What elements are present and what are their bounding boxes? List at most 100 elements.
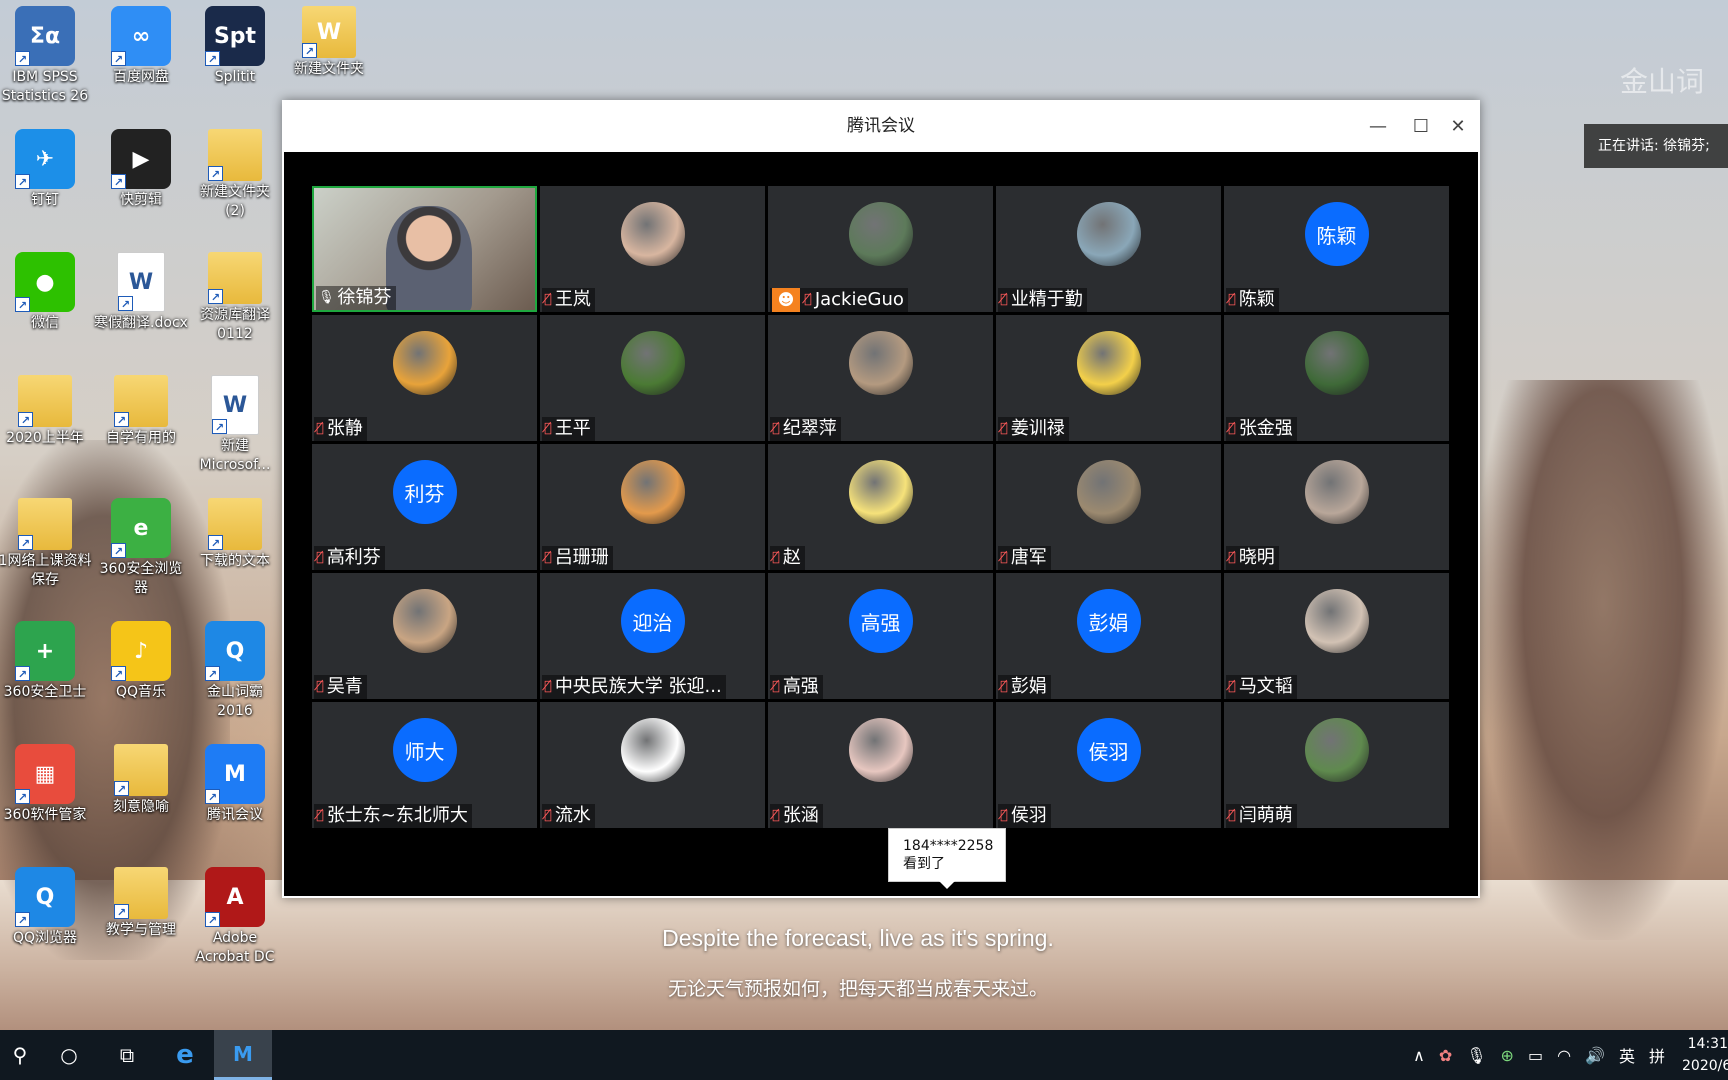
- window-titlebar[interactable]: 腾讯会议 — ☐ ✕: [282, 100, 1480, 152]
- clock[interactable]: 14:31 2020/6/: [1682, 1033, 1728, 1077]
- participant-name-bar: 🎙̸ 流水: [542, 804, 595, 828]
- tooltip-sender: 184****2258: [903, 838, 994, 854]
- desktop-icon-label: 快剪辑: [120, 192, 162, 208]
- participant-tile[interactable]: 🎙̸ 吕珊珊: [540, 444, 765, 570]
- participant-tile[interactable]: 🎙̸ 张涵: [768, 702, 993, 828]
- participant-tile[interactable]: 🎙̸ 流水: [540, 702, 765, 828]
- participant-tile[interactable]: 🎙̸ 张金强: [1224, 315, 1449, 441]
- participant-avatar: [1076, 202, 1141, 266]
- desktop-icon[interactable]: W ↗ 新建文件夹: [282, 6, 376, 79]
- participant-tile[interactable]: 🎙̸ 赵: [768, 444, 993, 570]
- desktop-icon[interactable]: A ↗ Adobe Acrobat DC: [188, 867, 282, 967]
- participant-avatar: [1076, 331, 1141, 395]
- participant-tile[interactable]: 🎙̸ 唐军: [996, 444, 1221, 570]
- tencent-meeting-taskbar-icon[interactable]: M: [214, 1030, 272, 1080]
- shortcut-arrow-icon: ↗: [15, 174, 30, 189]
- desktop-icon[interactable]: ↗ 1网络上课资料保存: [0, 498, 92, 590]
- shortcut-arrow-icon: ↗: [15, 51, 30, 66]
- participant-avatar: [848, 331, 913, 395]
- mic-muted-icon: 🎙̸: [316, 550, 324, 565]
- app-tray-icon[interactable]: ✿: [1439, 1046, 1452, 1065]
- participant-tile[interactable]: 🎙̸ 王岚: [540, 186, 765, 312]
- participant-name: 晓明: [1238, 547, 1275, 568]
- participant-tile[interactable]: 🎙̸ 张静: [312, 315, 537, 441]
- participant-tile[interactable]: 🎙̸ 纪翠萍: [768, 315, 993, 441]
- participant-tile[interactable]: 陈颖 🎙̸ 陈颖: [1224, 186, 1449, 312]
- volume-icon[interactable]: 🔊: [1585, 1046, 1605, 1065]
- battery-icon[interactable]: ▭: [1528, 1046, 1543, 1065]
- shortcut-arrow-icon: ↗: [205, 789, 220, 804]
- desktop-icon[interactable]: e ↗ 360安全浏览器: [94, 498, 188, 598]
- desktop-icon-label: 百度网盘: [113, 69, 169, 85]
- desktop-icon[interactable]: ↗ 下载的文本: [188, 498, 282, 571]
- desktop-icon[interactable]: + ↗ 360安全卫士: [0, 621, 92, 702]
- desktop-icon[interactable]: ▶ ↗ 快剪辑: [94, 129, 188, 210]
- participant-name: 侯羽: [1010, 805, 1047, 826]
- desktop-icon-label: 寒假翻译.docx: [94, 315, 188, 331]
- participant-avatar: [848, 460, 913, 524]
- desktop-icon-label: 下载的文本: [200, 553, 270, 569]
- mic-muted-icon: 🎙̸: [1228, 421, 1236, 436]
- desktop-icon[interactable]: ✈ ↗ 钉钉: [0, 129, 92, 210]
- shortcut-arrow-icon: ↗: [208, 166, 223, 181]
- desktop-icon[interactable]: ● ↗ 微信: [0, 252, 92, 333]
- app-icon: ↗: [18, 375, 72, 427]
- minimize-button[interactable]: —: [1362, 110, 1394, 142]
- close-button[interactable]: ✕: [1442, 110, 1474, 142]
- participant-tile[interactable]: 🎙̸ 吴青: [312, 573, 537, 699]
- participant-avatar: [1304, 718, 1369, 782]
- cortana-icon[interactable]: ○: [40, 1030, 98, 1080]
- participant-tile[interactable]: 师大 🎙̸ 张士东~东北师大: [312, 702, 537, 828]
- mic-muted-icon: 🎙̸: [544, 292, 552, 307]
- participant-tile[interactable]: 高强 🎙̸ 高强: [768, 573, 993, 699]
- desktop-icon[interactable]: ▦ ↗ 360软件管家: [0, 744, 92, 825]
- participant-avatar: [848, 718, 913, 782]
- desktop-icon[interactable]: Q ↗ 金山词霸 2016: [188, 621, 282, 721]
- desktop-icon[interactable]: ↗ 2020上半年: [0, 375, 92, 448]
- desktop-icon[interactable]: ♪ ↗ QQ音乐: [94, 621, 188, 702]
- participant-name-bar: 🎙̸ 王岚: [542, 288, 595, 312]
- desktop-icon[interactable]: ↗ 刻意隐喻: [94, 744, 188, 817]
- input-language[interactable]: 英: [1619, 1043, 1635, 1067]
- chat-tooltip[interactable]: 184****2258 看到了: [888, 828, 1006, 889]
- mic-muted-icon: 🎙̸: [544, 808, 552, 823]
- desktop-icon[interactable]: W ↗ 寒假翻译.docx: [94, 252, 188, 333]
- participant-tile[interactable]: 🎙̸ 姜训禄: [996, 315, 1221, 441]
- desktop-icon[interactable]: ↗ 自学有用的: [94, 375, 188, 448]
- participant-tile[interactable]: 🎙̸ 晓明: [1224, 444, 1449, 570]
- participant-tile[interactable]: 🎙 徐锦芬: [312, 186, 537, 312]
- desktop-icon[interactable]: ∞ ↗ 百度网盘: [94, 6, 188, 87]
- participant-tile[interactable]: 利芬 🎙̸ 高利芬: [312, 444, 537, 570]
- mic-muted-icon: 🎙̸: [544, 679, 552, 694]
- desktop-icon[interactable]: W ↗ 新建 Microsof...: [188, 375, 282, 475]
- show-hidden-icons-icon[interactable]: ∧: [1413, 1046, 1425, 1065]
- desktop-icon[interactable]: ↗ 新建文件夹 (2): [188, 129, 282, 221]
- desktop-icon-label: 新建 Microsof...: [199, 438, 271, 473]
- edge-browser-icon[interactable]: e: [156, 1030, 214, 1080]
- participant-tile[interactable]: ☻ 🎙̸ JackieGuo: [768, 186, 993, 312]
- desktop-icon[interactable]: ↗ 资源库翻译0112: [188, 252, 282, 344]
- participant-tile[interactable]: 迎治 🎙̸ 中央民族大学 张迎...: [540, 573, 765, 699]
- participant-tile[interactable]: 🎙̸ 马文韬: [1224, 573, 1449, 699]
- app-icon: ↗: [208, 129, 262, 181]
- maximize-button[interactable]: ☐: [1405, 110, 1437, 142]
- participant-tile[interactable]: 彭娟 🎙̸ 彭娟: [996, 573, 1221, 699]
- wifi-icon[interactable]: ◠: [1557, 1046, 1571, 1065]
- shortcut-arrow-icon: ↗: [111, 543, 126, 558]
- task-view-icon[interactable]: ⧉: [98, 1030, 156, 1080]
- participant-tile[interactable]: 🎙̸ 闫萌萌: [1224, 702, 1449, 828]
- app-icon: Σα ↗: [15, 6, 75, 66]
- desktop-icon[interactable]: Σα ↗ IBM SPSS Statistics 26: [0, 6, 92, 106]
- desktop-icon-label: 新建文件夹: [294, 61, 364, 77]
- participant-tile[interactable]: 🎙̸ 业精于勤: [996, 186, 1221, 312]
- desktop-icon[interactable]: M ↗ 腾讯会议: [188, 744, 282, 825]
- input-mode[interactable]: 拼: [1649, 1043, 1665, 1067]
- security-tray-icon[interactable]: ⊕: [1501, 1046, 1514, 1065]
- microphone-icon[interactable]: 🎙: [1466, 1046, 1486, 1065]
- participant-tile[interactable]: 侯羽 🎙̸ 侯羽: [996, 702, 1221, 828]
- app-icon: W ↗: [211, 375, 259, 435]
- desktop-icon-label: 资源库翻译0112: [200, 307, 270, 342]
- participant-tile[interactable]: 🎙̸ 王平: [540, 315, 765, 441]
- desktop-icon[interactable]: Spt ↗ Splitit: [188, 6, 282, 87]
- search-icon[interactable]: ⚲: [0, 1030, 40, 1080]
